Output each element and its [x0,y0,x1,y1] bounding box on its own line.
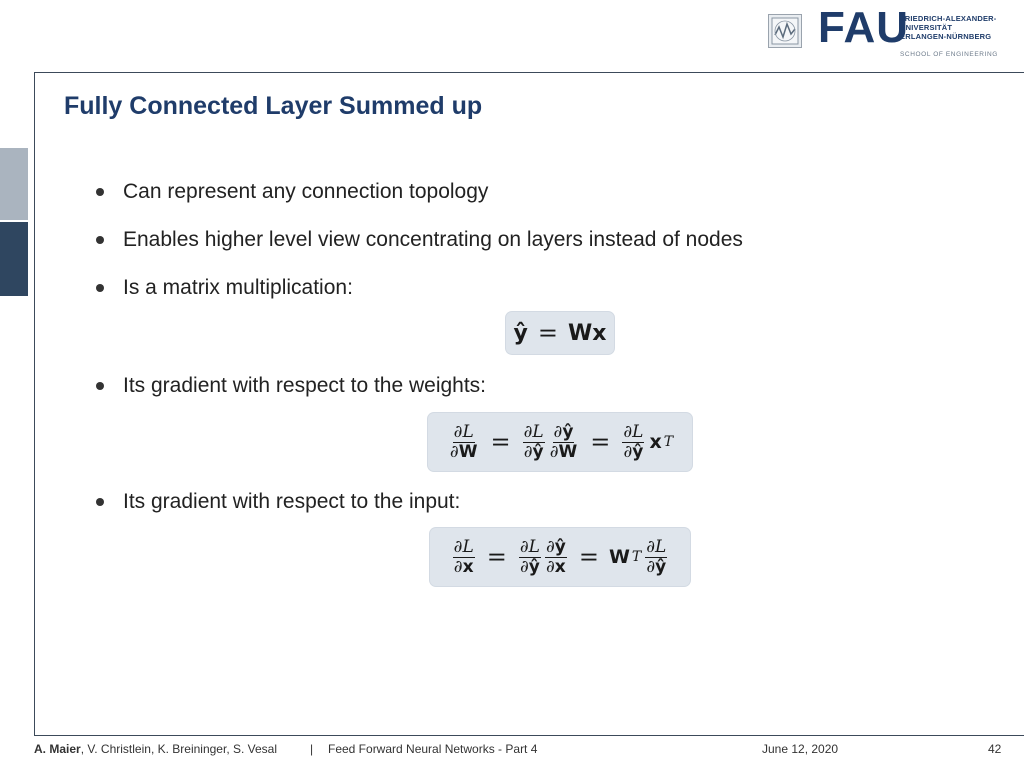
footer-lecture-title: Feed Forward Neural Networks - Part 4 [328,742,538,756]
bullet-text: Its gradient with respect to the weights… [123,374,487,397]
bullet-item: Is a matrix multiplication: [96,276,353,300]
bullet-text: Enables higher level view concentrating … [123,228,743,251]
bullet-item: Its gradient with respect to the weights… [96,374,486,398]
footer-authors: A. Maier, V. Christlein, K. Breininger, … [34,742,278,756]
bullet-item: Enables higher level view concentrating … [96,228,743,252]
bullet-text: Can represent any connection topology [123,180,489,203]
fau-logo-university-name: FRIEDRICH-ALEXANDER- UNIVERSITÄT ERLANGE… [900,14,997,41]
side-tab-light [0,148,28,220]
slide-footer: A. Maier, V. Christlein, K. Breininger, … [34,742,1024,760]
slide-frame [34,72,1024,736]
fau-logo-wordmark: FAU [818,3,909,52]
bullet-dot [96,188,104,196]
bullet-text: Its gradient with respect to the input: [123,490,461,513]
bullet-dot [96,284,104,292]
bullet-text: Is a matrix multiplication: [123,276,353,299]
slide-title: Fully Connected Layer Summed up [64,92,483,120]
bullet-dot [96,382,104,390]
fau-logo-school: SCHOOL OF ENGINEERING [900,51,998,58]
bullet-item: Its gradient with respect to the input: [96,490,460,514]
bullet-dot [96,236,104,244]
equation-gradient-weights: ∂L ∂W = ∂L ∂ŷ ∂ŷ ∂W = ∂L ∂ŷ xT [428,413,692,471]
footer-separator: | [310,742,314,756]
footer-page-number: 42 [988,742,1002,756]
equation-gradient-input: ∂L ∂x = ∂L ∂ŷ ∂ŷ ∂x = WT ∂L ∂ŷ [430,528,690,586]
footer-date: June 12, 2020 [762,742,839,756]
equation-forward: ŷ = Wx [506,312,614,354]
bullet-item: Can represent any connection topology [96,180,488,204]
side-tab-dark [0,222,28,296]
fau-seal-icon [768,14,802,48]
bullet-dot [96,498,104,506]
